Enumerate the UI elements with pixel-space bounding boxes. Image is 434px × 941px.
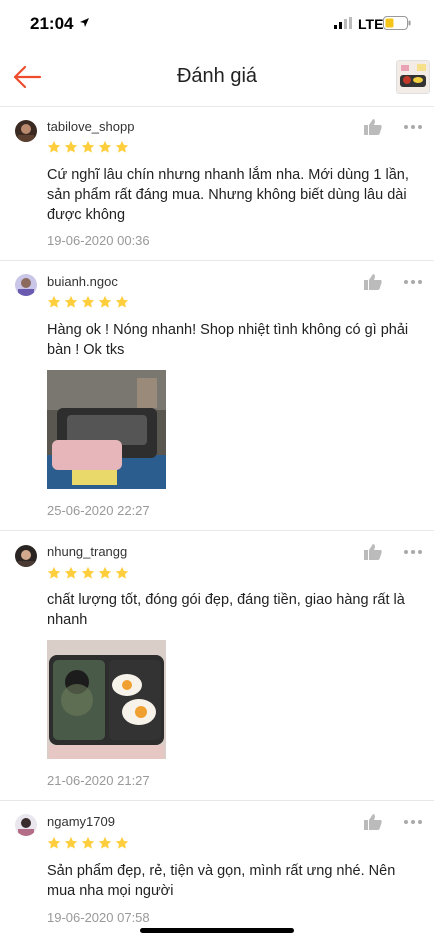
star-icon (64, 566, 78, 579)
more-options-icon[interactable] (403, 549, 423, 555)
star-rating (47, 836, 129, 851)
review-photo[interactable] (47, 640, 166, 759)
star-icon (81, 836, 95, 849)
star-icon (115, 295, 129, 308)
status-time: 21:04 (30, 14, 74, 33)
battery-icon (383, 16, 411, 30)
location-arrow-icon (80, 18, 89, 27)
avatar[interactable] (15, 545, 37, 567)
star-icon (115, 566, 129, 579)
status-bar: 21:04 LTE (0, 0, 434, 48)
review-username[interactable]: nhung_trangg (47, 544, 127, 559)
header: Đánh giá (0, 48, 434, 107)
star-icon (47, 566, 61, 579)
review-item: tabilove_shopp Cứ nghĩ lâu chín nhưng nh… (0, 107, 434, 261)
thumbs-up-icon[interactable] (364, 274, 382, 290)
star-icon (98, 836, 112, 849)
review-date: 25-06-2020 22:27 (47, 503, 150, 518)
review-item: buianh.ngoc Hàng ok ! Nóng nhanh! Shop n… (0, 261, 434, 531)
thumbs-up-icon[interactable] (364, 544, 382, 560)
star-icon (64, 140, 78, 153)
star-icon (47, 836, 61, 849)
review-date: 19-06-2020 00:36 (47, 233, 150, 248)
network-label: LTE (358, 16, 384, 32)
review-item: ngamy1709 Sản phẩm đẹp, rẻ, tiện và gọn,… (0, 801, 434, 941)
star-icon (81, 295, 95, 308)
page-title: Đánh giá (176, 65, 258, 87)
star-icon (98, 140, 112, 153)
avatar[interactable] (15, 274, 37, 296)
home-indicator[interactable] (140, 928, 294, 933)
star-icon (98, 566, 112, 579)
review-photo[interactable] (47, 370, 166, 489)
review-username[interactable]: ngamy1709 (47, 814, 115, 829)
review-username[interactable]: tabilove_shopp (47, 119, 134, 134)
more-options-icon[interactable] (403, 819, 423, 825)
avatar[interactable] (15, 120, 37, 142)
review-username[interactable]: buianh.ngoc (47, 274, 118, 289)
review-comment: Hàng ok ! Nóng nhanh! Shop nhiệt tình kh… (47, 322, 409, 358)
avatar[interactable] (15, 814, 37, 836)
star-rating (47, 566, 129, 581)
more-options-icon[interactable] (403, 279, 423, 285)
star-icon (64, 836, 78, 849)
star-icon (115, 836, 129, 849)
star-icon (81, 566, 95, 579)
review-date: 19-06-2020 07:58 (47, 910, 150, 925)
review-comment: Cứ nghĩ lâu chín nhưng nhanh lắm nha. Mớ… (47, 167, 409, 223)
signal-icon (334, 17, 352, 29)
review-date: 21-06-2020 21:27 (47, 773, 150, 788)
review-item: nhung_trangg chất lượng tốt, đóng gói đẹ… (0, 531, 434, 801)
product-thumbnail[interactable] (396, 60, 430, 94)
star-icon (115, 140, 129, 153)
star-icon (81, 140, 95, 153)
thumbs-up-icon[interactable] (364, 119, 382, 135)
star-icon (98, 295, 112, 308)
star-rating (47, 295, 129, 310)
thumbs-up-icon[interactable] (364, 814, 382, 830)
star-rating (47, 140, 129, 155)
star-icon (47, 140, 61, 153)
review-comment: chất lượng tốt, đóng gói đẹp, đáng tiền,… (47, 592, 405, 628)
star-icon (47, 295, 61, 308)
review-comment: Sản phẩm đẹp, rẻ, tiện và gọn, mình rất … (47, 863, 396, 899)
star-icon (64, 295, 78, 308)
more-options-icon[interactable] (403, 124, 423, 130)
